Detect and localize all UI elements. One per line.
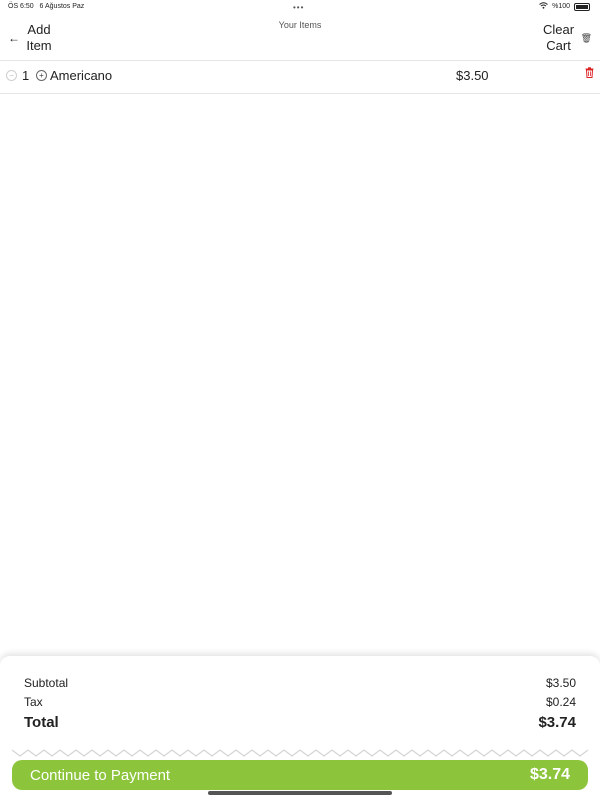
status-date: 6 Ağustos Paz: [39, 3, 85, 10]
delete-item-icon[interactable]: [585, 67, 594, 81]
status-time-date: ÖS 6:50 6 Ağustos Paz: [8, 3, 84, 10]
total-value: $3.74: [538, 714, 576, 731]
total-row: Total $3.74: [24, 714, 576, 731]
item-name: Americano: [50, 68, 113, 83]
continue-to-payment-button[interactable]: Continue to Payment $3.74: [12, 760, 588, 790]
increase-quantity-button[interactable]: +: [36, 70, 47, 81]
page-title: Your Items: [278, 20, 322, 30]
home-indicator[interactable]: [208, 791, 392, 795]
navigation-bar: ← Add Item Your Items Clear Cart 🗑: [0, 14, 600, 60]
subtotal-value: $3.50: [545, 676, 576, 690]
subtotal-label: Subtotal: [24, 676, 69, 690]
multitasking-dots-icon[interactable]: •••: [293, 3, 304, 12]
zigzag-divider: [12, 749, 588, 757]
wifi-icon: [539, 2, 548, 11]
tax-value: $0.24: [545, 695, 576, 709]
cart-item-row: − 1 + Americano $3.50: [0, 60, 600, 94]
back-arrow-icon: ←: [8, 31, 20, 45]
item-quantity: 1: [22, 68, 30, 83]
order-summary-panel: Subtotal $3.50 Tax $0.24 Total $3.74 Con…: [0, 656, 600, 800]
tax-label: Tax: [24, 695, 43, 709]
payment-button-label: Continue to Payment: [30, 767, 171, 784]
item-price: $3.50: [456, 68, 489, 83]
tax-row: Tax $0.24: [24, 695, 576, 709]
clear-cart-button[interactable]: Clear Cart 🗑: [541, 22, 592, 54]
payment-button-amount: $3.74: [529, 766, 570, 783]
status-indicators: %100: [539, 2, 590, 11]
status-time: ÖS 6:50: [8, 3, 34, 10]
clear-cart-label: Clear Cart: [543, 22, 575, 53]
decrease-quantity-button[interactable]: −: [6, 70, 17, 81]
total-label: Total: [24, 714, 59, 731]
battery-percent: %100: [552, 3, 570, 10]
status-bar: ÖS 6:50 6 Ağustos Paz ••• %100: [0, 0, 600, 14]
subtotal-row: Subtotal $3.50: [24, 676, 576, 690]
battery-icon: [574, 2, 590, 11]
trash-icon: 🗑: [580, 32, 592, 43]
